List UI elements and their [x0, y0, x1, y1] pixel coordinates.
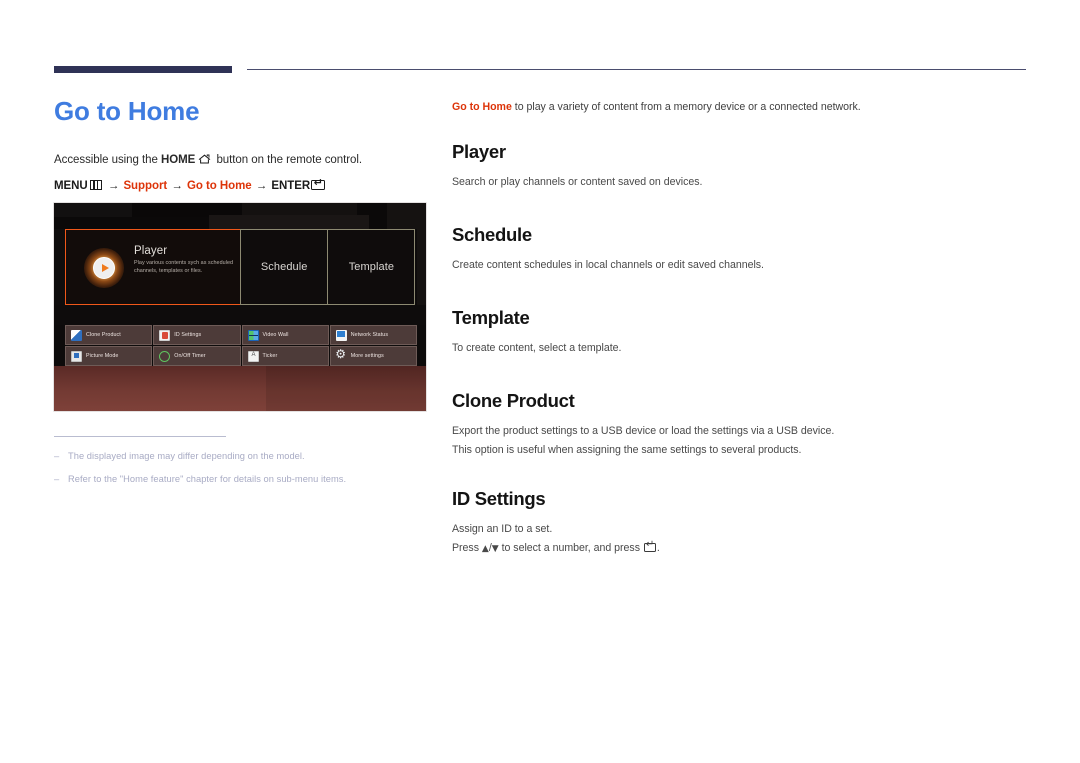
- press-suffix: .: [656, 542, 660, 554]
- header-rule-thick: [54, 66, 232, 73]
- page-title: Go to Home: [54, 96, 200, 126]
- subtile-picture-mode[interactable]: Picture Mode: [65, 346, 153, 366]
- tile-schedule-label: Schedule: [260, 261, 308, 273]
- press-mid: to select a number, and press: [498, 542, 643, 554]
- footnote-text: The displayed image may differ depending…: [68, 451, 305, 461]
- id-settings-icon: [159, 329, 171, 341]
- menu-path: MENU → Support → Go to Home → ENTER: [54, 177, 429, 194]
- network-status-icon: [335, 329, 347, 341]
- subtile-more-settings[interactable]: More settings: [329, 346, 417, 366]
- picture-mode-icon: [71, 350, 82, 362]
- arrow-down-icon: ▼: [491, 544, 499, 554]
- footnote-item: – The displayed image may differ dependi…: [54, 449, 434, 463]
- subtile-id-settings[interactable]: ID Settings: [153, 325, 241, 345]
- section-body-template: To create content, select a template.: [452, 342, 622, 354]
- ticker-icon: [247, 350, 259, 362]
- enter-key-icon: [311, 177, 326, 190]
- footnote-dash: –: [54, 451, 60, 461]
- path-step-support: Support: [123, 180, 168, 192]
- lead-link-go-to-home: Go to Home: [452, 101, 512, 113]
- footnote-text: Refer to the "Home feature" chapter for …: [68, 474, 347, 484]
- footnote-dash: –: [54, 474, 60, 484]
- main-tile-row: Player Play various contents sych as sch…: [65, 229, 417, 305]
- section-body-clone-product-1: Export the product settings to a USB dev…: [452, 425, 835, 437]
- home-bold-label: HOME: [160, 154, 196, 166]
- home-screen-screenshot: Player Play various contents sych as sch…: [54, 203, 426, 411]
- tile-player-label: Player: [134, 245, 168, 257]
- path-arrow-1: →: [107, 180, 120, 192]
- footnotes-divider: [54, 436, 226, 437]
- subtile-clone-product[interactable]: Clone Product: [65, 325, 153, 345]
- left-column: Go to Home Accessible using the HOME but…: [54, 96, 429, 208]
- tile-template-label: Template: [348, 261, 395, 273]
- enter-label: ENTER: [271, 180, 311, 192]
- section-body-schedule: Create content schedules in local channe…: [452, 259, 764, 271]
- right-column: Go to Home to play a variety of content …: [452, 100, 1027, 561]
- subtile-label: ID Settings: [174, 332, 202, 338]
- subtile-label: Clone Product: [86, 332, 121, 338]
- tile-player-description: Play various contents sych as scheduled …: [134, 260, 234, 274]
- section-body-id-settings: Assign an ID to a set.: [452, 523, 553, 535]
- subtile-label: Ticker: [262, 353, 278, 359]
- footnotes: – The displayed image may differ dependi…: [54, 436, 434, 495]
- screenshot-footer-band: [54, 366, 426, 411]
- tile-player[interactable]: Player Play various contents sych as sch…: [65, 229, 241, 305]
- section-heading-player: Player: [452, 141, 506, 162]
- lead-rest: to play a variety of content from a memo…: [511, 101, 861, 113]
- video-wall-icon: [247, 329, 259, 341]
- subtile-on-off-timer[interactable]: On/Off Timer: [153, 346, 241, 366]
- subtile-network-status[interactable]: Network Status: [329, 325, 417, 345]
- sub-menu-grid: Clone Product ID Settings Video Wall Net…: [65, 325, 417, 366]
- intro-prefix: Accessible using the: [54, 154, 161, 166]
- footnote-item: – Refer to the "Home feature" chapter fo…: [54, 472, 434, 486]
- intro-suffix: button on the remote control.: [213, 154, 363, 166]
- section-body-player: Search or play channels or content saved…: [452, 176, 703, 188]
- accessible-instruction: Accessible using the HOME button on the …: [54, 152, 429, 168]
- section-heading-clone-product: Clone Product: [452, 390, 575, 411]
- path-arrow-2: →: [171, 180, 183, 192]
- path-arrow-3: →: [255, 180, 268, 192]
- subtile-label: Picture Mode: [86, 353, 119, 359]
- subtile-ticker[interactable]: Ticker: [241, 346, 329, 366]
- menu-icon: [89, 180, 102, 190]
- tile-schedule[interactable]: Schedule: [240, 229, 329, 305]
- section-body-clone-product-2: This option is useful when assigning the…: [452, 444, 802, 456]
- arrow-up-icon: ▲: [481, 544, 489, 554]
- subtile-label: More settings: [350, 353, 384, 359]
- section-body-id-settings-press: Press ▲/▼ to select a number, and press …: [452, 540, 1027, 557]
- section-heading-schedule: Schedule: [452, 224, 532, 245]
- gear-icon: [335, 348, 347, 362]
- press-prefix: Press: [452, 542, 482, 554]
- enter-key-icon: [643, 540, 656, 552]
- section-heading-id-settings: ID Settings: [452, 488, 546, 509]
- home-icon: [198, 154, 211, 164]
- subtile-video-wall[interactable]: Video Wall: [241, 325, 329, 345]
- path-step-go-to-home: Go to Home: [186, 180, 252, 192]
- header-rule: [54, 64, 1026, 76]
- manual-page: Go to Home Accessible using the HOME but…: [0, 0, 1080, 763]
- subtile-label: On/Off Timer: [174, 353, 206, 359]
- subtile-label: Network Status: [350, 332, 389, 338]
- clone-product-icon: [71, 329, 82, 341]
- menu-label: MENU: [54, 180, 88, 192]
- header-rule-thin: [247, 69, 1026, 71]
- play-circle-icon: [84, 248, 124, 288]
- section-heading-template: Template: [452, 307, 530, 328]
- lead-paragraph: Go to Home to play a variety of content …: [452, 100, 1027, 115]
- tile-template[interactable]: Template: [327, 229, 416, 305]
- subtile-label: Video Wall: [262, 332, 289, 338]
- on-off-timer-icon: [159, 350, 171, 362]
